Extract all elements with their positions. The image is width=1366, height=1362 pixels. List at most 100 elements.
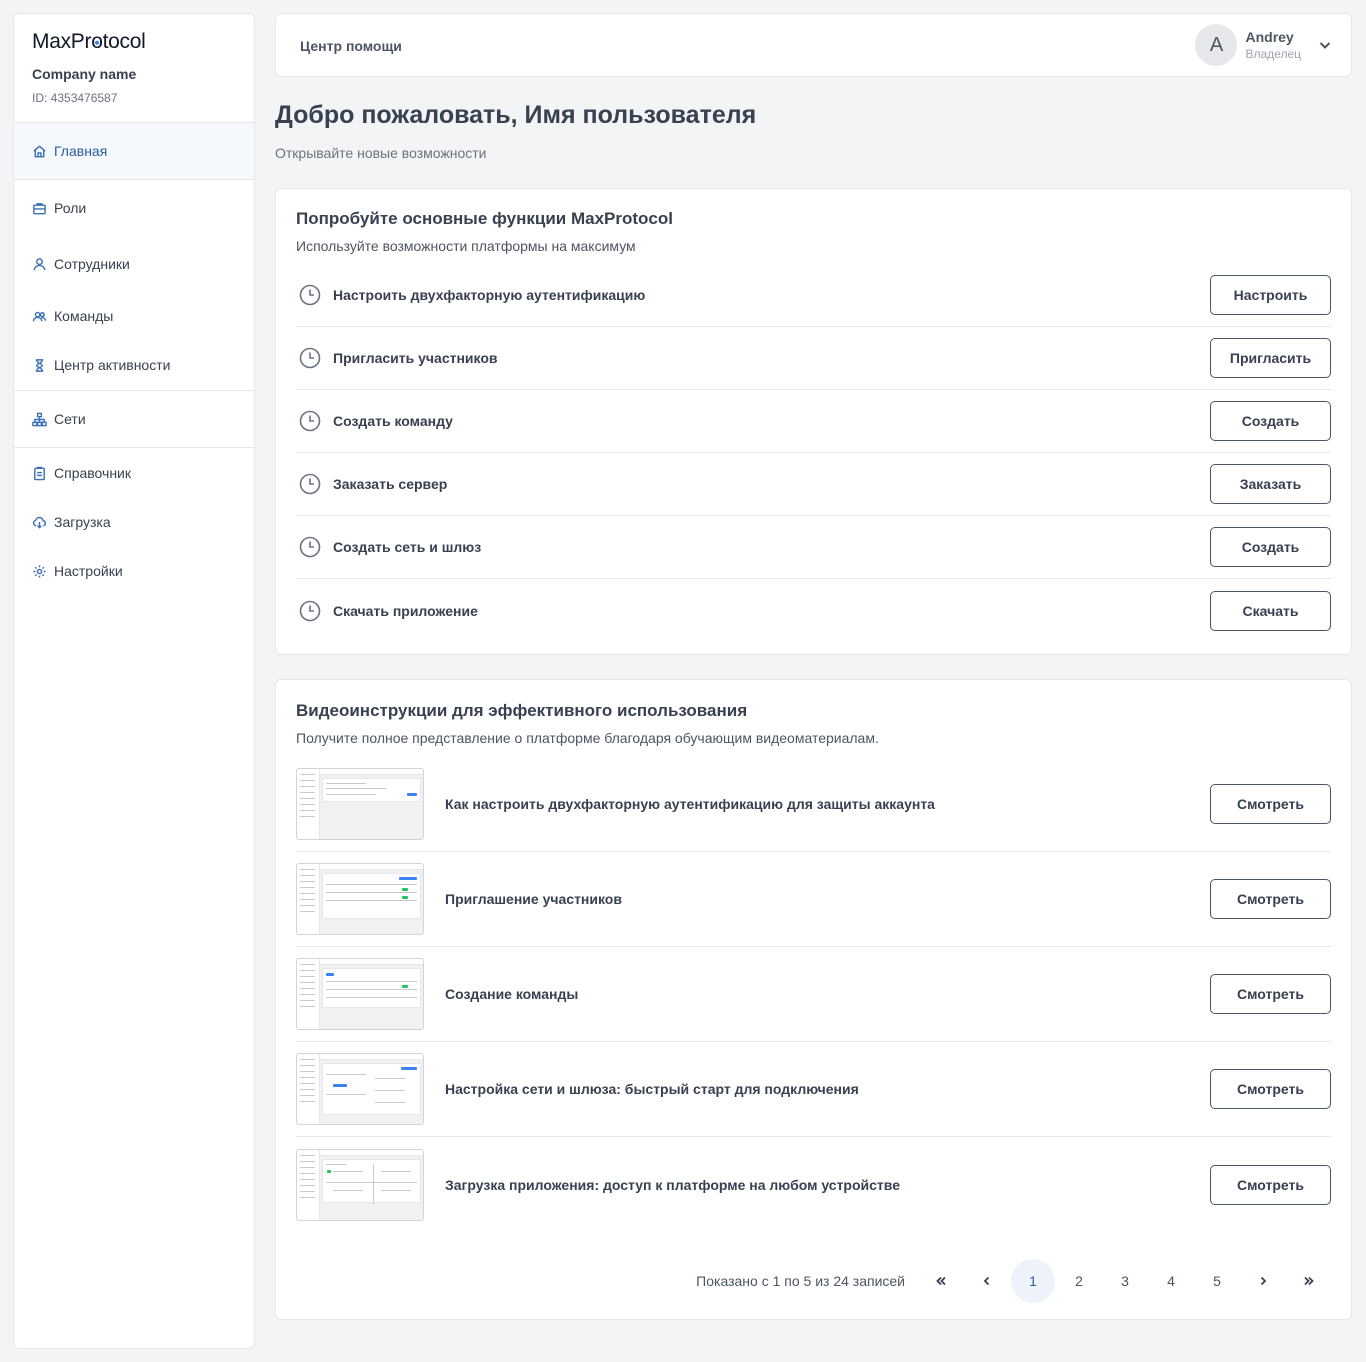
watch-button[interactable]: Смотреть — [1210, 974, 1331, 1014]
double-chevron-left-icon — [936, 1276, 946, 1286]
page-button[interactable]: 5 — [1195, 1259, 1239, 1303]
feature-label: Создать команду — [333, 413, 453, 429]
page-button[interactable]: 3 — [1103, 1259, 1147, 1303]
company-id: ID: 4353476587 — [32, 91, 118, 105]
home-icon — [33, 144, 46, 157]
videos-card: Видеоинструкции для эффективного использ… — [275, 679, 1352, 1320]
feature-label: Пригласить участников — [333, 350, 498, 366]
briefcase-icon — [33, 202, 46, 214]
clock-icon — [299, 473, 321, 495]
video-thumbnail[interactable] — [296, 1148, 424, 1221]
feature-label: Скачать приложение — [333, 602, 478, 619]
video-thumbnail[interactable] — [296, 863, 424, 935]
video-thumbnail[interactable] — [296, 768, 424, 840]
page-button[interactable]: 1 — [1011, 1259, 1055, 1303]
sidebar-item-label: Справочник — [54, 465, 131, 481]
feature-label: Заказать сервер — [333, 476, 448, 492]
chevron-right-icon — [1260, 1276, 1267, 1286]
prev-page-button[interactable] — [965, 1259, 1009, 1303]
video-row: Создание команды Смотреть — [296, 947, 1331, 1042]
video-row: Приглашение участников Смотреть — [296, 852, 1331, 947]
clipboard-icon — [34, 466, 45, 480]
order-server-button[interactable]: Заказать — [1210, 464, 1331, 504]
sidebar-item-home[interactable]: Главная — [14, 123, 254, 180]
sidebar-item-settings[interactable]: Настройки — [14, 546, 254, 596]
feature-row: Пригласить участников Пригласить — [296, 327, 1331, 390]
videos-subtitle: Получите полное представление о платформ… — [296, 730, 879, 746]
top-bar: Центр помощи A Andrey Владелец — [275, 13, 1352, 77]
first-page-button[interactable] — [919, 1259, 963, 1303]
features-card: Попробуйте основные функции MaxProtocol … — [275, 188, 1352, 655]
brand-block: MaxPr o tocol Company name ID: 4353476587 — [14, 14, 254, 123]
next-page-button[interactable] — [1241, 1259, 1285, 1303]
gear-icon — [33, 564, 46, 578]
chevron-left-icon — [983, 1276, 990, 1286]
sidebar-item-label: Центр активности — [54, 357, 171, 373]
sidebar-item-activity[interactable]: Центр активности — [14, 340, 254, 390]
feature-row: Заказать сервер Заказать — [296, 453, 1331, 516]
page-title: Добро пожаловать, Имя пользователя — [275, 101, 757, 129]
sidebar-item-roles[interactable]: Роли — [14, 180, 254, 236]
sidebar: MaxPr o tocol Company name ID: 4353476587 … — [13, 13, 255, 1349]
clock-icon — [299, 284, 321, 306]
sidebar-item-employees[interactable]: Сотрудники — [14, 236, 254, 292]
watch-button[interactable]: Смотреть — [1210, 1164, 1331, 1205]
feature-label: Создать сеть и шлюз — [333, 539, 482, 555]
clock-icon — [299, 536, 321, 558]
video-row: Загрузка приложения: доступ к платформе … — [296, 1137, 1331, 1232]
hourglass-icon — [35, 358, 44, 372]
sidebar-item-directory[interactable]: Справочник — [14, 448, 254, 498]
feature-row: Создать команду Создать — [296, 390, 1331, 453]
video-title: Загрузка приложения: доступ к платформе … — [445, 1176, 900, 1193]
sidebar-item-label: Главная — [54, 143, 108, 159]
double-chevron-right-icon — [1304, 1276, 1314, 1286]
pagination-info: Показано с 1 по 5 из 24 записей — [696, 1273, 905, 1289]
cloud-download-icon — [32, 516, 46, 529]
features-subtitle: Используйте возможности платформы на мак… — [296, 238, 636, 254]
sidebar-item-label: Команды — [54, 308, 114, 324]
logo[interactable]: MaxPr o tocol — [32, 30, 236, 54]
setup-2fa-button[interactable]: Настроить — [1210, 275, 1331, 315]
page-button[interactable]: 2 — [1057, 1259, 1101, 1303]
user-menu[interactable]: A Andrey Владелец — [1195, 24, 1333, 66]
user-icon — [33, 257, 46, 270]
video-thumbnail[interactable] — [296, 1053, 424, 1125]
last-page-button[interactable] — [1287, 1259, 1331, 1303]
avatar: A — [1195, 24, 1238, 66]
watch-button[interactable]: Смотреть — [1210, 1069, 1331, 1109]
videos-title: Видеоинструкции для эффективного использ… — [296, 701, 748, 720]
video-thumbnail[interactable] — [296, 958, 424, 1030]
video-title: Приглашение участников — [445, 891, 622, 907]
sidebar-item-teams[interactable]: Команды — [14, 292, 254, 340]
feature-label: Настроить двухфакторную аутентификацию — [333, 287, 646, 303]
sidebar-item-label: Роли — [54, 200, 87, 216]
create-network-button[interactable]: Создать — [1210, 527, 1331, 567]
feature-row: Настроить двухфакторную аутентификацию Н… — [296, 264, 1331, 327]
videos-list: Как настроить двухфакторную аутентификац… — [296, 757, 1331, 1232]
download-app-button[interactable]: Скачать — [1210, 590, 1331, 631]
sidebar-item-label: Загрузка — [54, 514, 111, 530]
video-title: Создание команды — [445, 986, 579, 1002]
watch-button[interactable]: Смотреть — [1210, 784, 1331, 824]
clock-icon — [299, 600, 321, 621]
features-title: Попробуйте основные функции MaxProtocol — [296, 209, 673, 228]
page-subtitle: Открывайте новые возможности — [275, 145, 487, 161]
chevron-down-icon[interactable] — [1317, 37, 1333, 53]
user-role: Владелец — [1245, 47, 1301, 61]
video-row: Как настроить двухфакторную аутентификац… — [296, 757, 1331, 852]
video-row: Настройка сети и шлюза: быстрый старт дл… — [296, 1042, 1331, 1137]
sidebar-item-networks[interactable]: Сети — [14, 391, 254, 447]
help-center-link[interactable]: Центр помощи — [300, 38, 402, 54]
sidebar-item-label: Настройки — [54, 563, 123, 579]
clock-icon — [299, 347, 321, 369]
sidebar-item-downloads[interactable]: Загрузка — [14, 498, 254, 546]
page-button[interactable]: 4 — [1149, 1259, 1193, 1303]
watch-button[interactable]: Смотреть — [1210, 879, 1331, 919]
sidebar-item-label: Сотрудники — [54, 256, 130, 272]
pagination: Показано с 1 по 5 из 24 записей 1 2 3 4 … — [296, 1259, 1331, 1303]
create-team-button[interactable]: Создать — [1210, 401, 1331, 441]
company-name: Company name — [32, 66, 137, 82]
user-name: Andrey — [1245, 29, 1294, 45]
invite-button[interactable]: Пригласить — [1210, 338, 1331, 378]
users-icon — [32, 311, 47, 321]
